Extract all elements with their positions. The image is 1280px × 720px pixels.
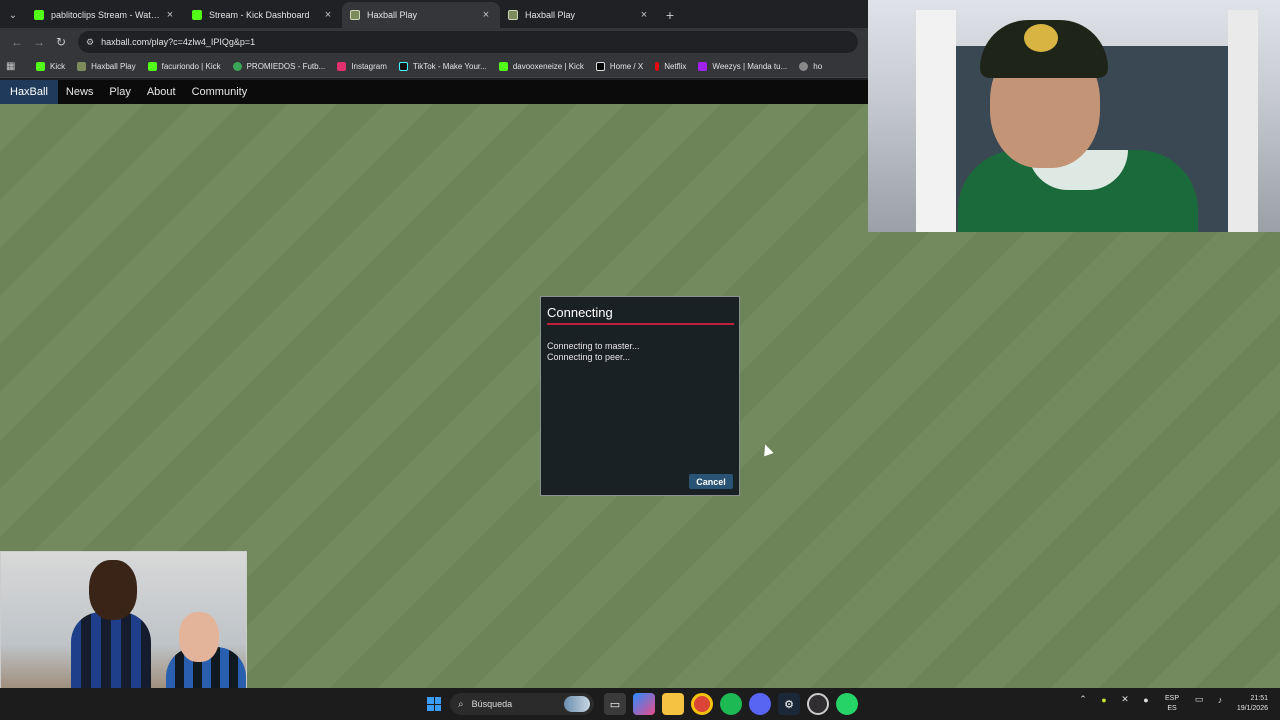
bookmarks-bar: ▦ Kick Haxball Play facuriondo | Kick PR… [0, 56, 868, 78]
kick-icon [192, 10, 202, 20]
bookmark-netflix[interactable]: Netflix [655, 62, 686, 71]
clock-date: 19/1/2026 [1236, 705, 1268, 712]
nav-link-about[interactable]: About [139, 80, 184, 104]
apps-grid-icon[interactable]: ▦ [6, 61, 22, 72]
bookmark-promiedos[interactable]: PROMIEDOS - Futb... [232, 62, 325, 71]
weezys-icon [698, 62, 708, 71]
kick-icon [34, 10, 44, 20]
bookmark-kick[interactable]: Kick [36, 62, 65, 71]
close-tab-icon[interactable]: × [638, 9, 650, 21]
bookmark-weezys[interactable]: Weezys | Manda tu... [698, 62, 787, 71]
haxball-icon [350, 10, 360, 20]
browser-tab-2[interactable]: Stream - Kick Dashboard × [184, 2, 342, 28]
bookmark-facuriondo[interactable]: facuriondo | Kick [147, 62, 221, 71]
tab-title: Haxball Play [367, 10, 418, 20]
task-view-icon[interactable]: ▭ [604, 693, 626, 715]
bookmark-ho[interactable]: ho [799, 62, 822, 71]
url-text: haxball.com/play?c=4zlw4_IPIQg&p=1 [101, 37, 256, 47]
instagram-icon [337, 62, 347, 71]
browser-toolbar: ← → ↻ ⚙ haxball.com/play?c=4zlw4_IPIQg&p… [0, 28, 868, 56]
promiedos-icon [232, 62, 242, 71]
browser-tab-3[interactable]: Haxball Play × [342, 2, 500, 28]
discord-icon[interactable] [749, 693, 771, 715]
clock-time: 21:51 [1250, 695, 1268, 702]
microphone-icon[interactable]: ● [1139, 695, 1153, 705]
obs-icon[interactable] [807, 693, 829, 715]
windows-start-icon[interactable] [427, 697, 441, 711]
bookmark-x[interactable]: Home / X [595, 62, 643, 71]
search-highlight-icon [564, 696, 590, 712]
globe-icon [799, 62, 809, 71]
volume-icon[interactable]: ♪ [1213, 695, 1227, 705]
new-tab-icon[interactable]: + [658, 2, 682, 28]
browser-tab-1[interactable]: pablitoclips Stream - Watch Li... × [26, 2, 184, 28]
close-tab-icon[interactable]: × [164, 9, 176, 21]
photo-player-head [89, 560, 137, 620]
steam-icon[interactable]: ⚙ [778, 693, 800, 715]
kick-icon [36, 62, 45, 71]
site-info-icon[interactable]: ⚙ [86, 37, 94, 48]
nav-link-play[interactable]: Play [101, 80, 138, 104]
reload-icon[interactable]: ↻ [50, 31, 72, 53]
whatsapp-icon[interactable] [836, 693, 858, 715]
nav-link-community[interactable]: Community [184, 80, 256, 104]
windows-taskbar: ⌕ Búsqueda ▭ ⚙ ⌃ ● ✕ ● ESP ES ▭ ♪ 21:51 … [0, 688, 1280, 720]
network-icon[interactable]: ✕ [1118, 694, 1132, 705]
search-placeholder: Búsqueda [471, 699, 513, 709]
system-tray: ⌃ ● ✕ ● [1076, 694, 1160, 705]
tab-title: Haxball Play [525, 10, 576, 20]
webcam-bed-frame [1228, 10, 1258, 232]
cap-logo-icon [1024, 24, 1058, 52]
close-tab-icon[interactable]: × [480, 9, 492, 21]
site-nav: HaxBall News Play About Community [0, 80, 868, 104]
dialog-message: Connecting to master... [547, 341, 640, 351]
file-explorer-icon[interactable] [662, 693, 684, 715]
bookmark-instagram[interactable]: Instagram [337, 62, 387, 71]
spotify-icon[interactable] [720, 693, 742, 715]
browser-tab-4[interactable]: Haxball Play × [500, 2, 658, 28]
tab-search-menu-icon[interactable]: ⌄ [0, 2, 26, 28]
bookmark-haxball[interactable]: Haxball Play [77, 62, 136, 71]
back-icon[interactable]: ← [6, 31, 28, 53]
display-icon[interactable]: ▭ [1192, 694, 1206, 705]
taskbar-clock[interactable]: 21:51 19/1/2026 [1226, 694, 1268, 714]
input-language[interactable]: ESP ES [1165, 694, 1179, 714]
tiktok-icon [398, 62, 408, 71]
dialog-messages: Connecting to master... Connecting to pe… [547, 341, 640, 363]
photo-player-head [179, 612, 219, 662]
tray-app-icon[interactable]: ● [1097, 695, 1111, 705]
bookmark-tiktok[interactable]: TikTok - Make Your... [398, 62, 487, 71]
dialog-title-underline [547, 323, 734, 325]
search-icon: ⌕ [458, 698, 464, 710]
tab-title: pablitoclips Stream - Watch Li... [51, 10, 164, 20]
x-icon [595, 62, 605, 71]
tab-strip: ⌄ pablitoclips Stream - Watch Li... × St… [0, 0, 868, 28]
site-logo[interactable]: HaxBall [0, 80, 58, 104]
haxball-icon [508, 10, 518, 20]
close-tab-icon[interactable]: × [322, 9, 334, 21]
kick-icon [498, 62, 508, 71]
haxball-icon [77, 62, 87, 71]
webcam-overlay [868, 0, 1280, 232]
dialog-message: Connecting to peer... [547, 352, 631, 362]
tab-title: Stream - Kick Dashboard [209, 10, 310, 20]
taskbar-search[interactable]: ⌕ Búsqueda [450, 693, 594, 715]
nav-link-news[interactable]: News [58, 80, 102, 104]
chevron-up-icon[interactable]: ⌃ [1076, 694, 1090, 705]
address-bar[interactable]: ⚙ haxball.com/play?c=4zlw4_IPIQg&p=1 [78, 31, 858, 53]
copilot-icon[interactable] [633, 693, 655, 715]
taskbar-apps: ▭ ⚙ [604, 693, 865, 715]
forward-icon[interactable]: → [28, 31, 50, 53]
bookmark-davooxeneize[interactable]: davooxeneize | Kick [498, 62, 584, 71]
chrome-icon[interactable] [691, 693, 713, 715]
dialog-title: Connecting [547, 305, 613, 320]
kick-icon [147, 62, 157, 71]
netflix-icon [655, 62, 660, 71]
connecting-dialog: Connecting Connecting to master... Conne… [540, 296, 740, 496]
cancel-button[interactable]: Cancel [689, 474, 733, 489]
webcam-bed-frame [916, 10, 956, 232]
